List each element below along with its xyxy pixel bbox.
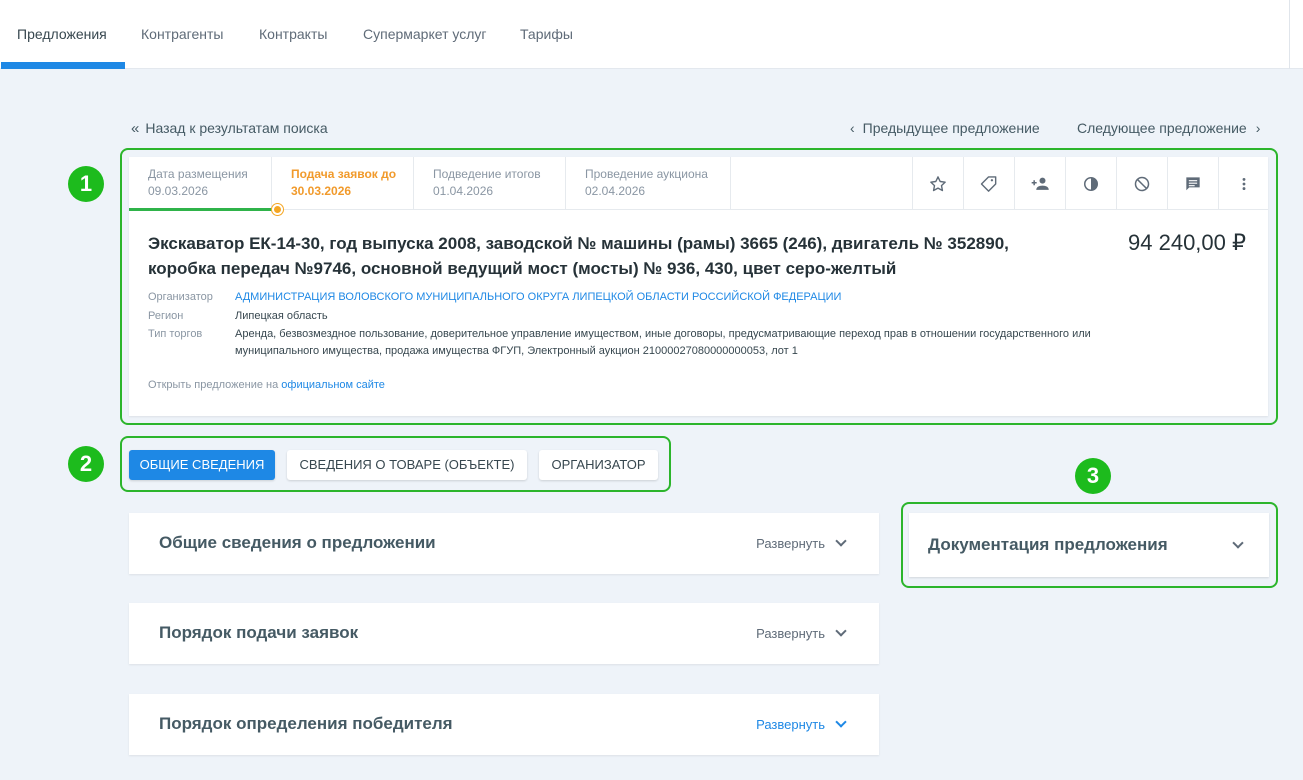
block-button[interactable] — [1116, 157, 1167, 210]
official-site-link[interactable]: официальном сайте — [281, 379, 385, 391]
date-published: Дата размещения 09.03.2026 — [129, 157, 272, 210]
tab-contracts[interactable]: Контракты — [259, 0, 327, 69]
date-application-deadline: Подача заявок до 30.03.2026 — [272, 157, 414, 210]
contrast-icon — [1084, 176, 1098, 191]
tab-object-info[interactable]: СВЕДЕНИЯ О ТОВАРЕ (ОБЪЕКТЕ) — [287, 450, 527, 480]
top-navigation: Предложения Контрагенты Контракты Суперм… — [0, 0, 1303, 69]
timeline-progress — [129, 208, 278, 211]
tab-counterparties[interactable]: Контрагенты — [141, 0, 223, 69]
tag-button[interactable] — [963, 157, 1014, 210]
tab-general-info[interactable]: ОБЩИЕ СВЕДЕНИЯ — [129, 450, 275, 480]
organizer-label: Организатор — [148, 291, 213, 303]
date-results: Подведение итогов 01.04.2026 — [414, 157, 566, 210]
more-button[interactable] — [1218, 157, 1268, 210]
chevron-down-icon — [1232, 537, 1244, 549]
date-auction: Проведение аукциона 02.04.2026 — [566, 157, 731, 210]
section-title: Порядок определения победителя — [159, 714, 453, 733]
date-label: Дата размещения — [148, 167, 248, 181]
dates-bar: Дата размещения 09.03.2026 Подача заявок… — [129, 157, 1268, 215]
block-icon — [1134, 176, 1150, 191]
date-label: Проведение аукциона — [585, 167, 708, 181]
tab-tariffs[interactable]: Тарифы — [520, 0, 573, 69]
date-label: Подача заявок до — [291, 167, 397, 181]
callout-badge-2: 2 — [68, 446, 104, 482]
callout-badge-1: 1 — [68, 166, 104, 202]
back-link-label: Назад к результатам поиска — [145, 120, 328, 136]
comment-button[interactable] — [1167, 157, 1218, 210]
add-person-icon — [1031, 177, 1049, 190]
chevron-down-icon — [835, 625, 847, 637]
back-to-results-link[interactable]: « Назад к результатам поиска — [131, 120, 328, 137]
chevron-down-icon — [835, 535, 847, 547]
tab-services-market[interactable]: Супермаркет услуг — [363, 0, 486, 69]
documents-title: Документация предложения — [928, 535, 1168, 554]
timeline-marker — [272, 204, 283, 215]
date-value: 02.04.2026 — [585, 184, 646, 198]
date-value: 30.03.2026 — [291, 184, 352, 198]
next-link-label: Следующее предложение — [1077, 120, 1247, 136]
contrast-button[interactable] — [1065, 157, 1116, 210]
organizer-link[interactable]: АДМИНИСТРАЦИЯ ВОЛОВСКОГО МУНИЦИПАЛЬНОГО … — [235, 289, 841, 306]
comment-icon — [1186, 176, 1200, 190]
chevron-right-icon: › — [1255, 120, 1261, 136]
next-offer-link[interactable]: Следующее предложение › — [1077, 120, 1260, 136]
expand-button[interactable]: Развернуть — [756, 535, 847, 551]
expand-label: Развернуть — [756, 536, 825, 551]
more-vertical-icon — [1242, 177, 1245, 190]
chevron-down-icon — [835, 716, 847, 728]
open-on-official-site: Открыть предложение на официальном сайте — [148, 379, 385, 391]
section-application-procedure[interactable]: Порядок подачи заявок Развернуть — [129, 603, 879, 664]
chevron-left-icon: ‹ — [850, 120, 855, 136]
add-person-button[interactable] — [1014, 157, 1065, 210]
nav-divider — [1289, 0, 1290, 69]
section-title: Общие сведения о предложении — [159, 533, 436, 552]
callout-badge-3: 3 — [1075, 458, 1111, 494]
tag-icon — [980, 175, 997, 192]
expand-button[interactable]: Развернуть — [756, 625, 847, 641]
date-label: Подведение итогов — [433, 167, 541, 181]
section-general-info[interactable]: Общие сведения о предложении Развернуть — [129, 513, 879, 574]
date-value: 09.03.2026 — [148, 184, 209, 198]
tab-organizer[interactable]: ОРГАНИЗАТОР — [539, 450, 658, 480]
open-prefix: Открыть предложение на — [148, 379, 279, 391]
offer-card: Дата размещения 09.03.2026 Подача заявок… — [129, 157, 1268, 416]
prev-link-label: Предыдущее предложение — [862, 120, 1040, 136]
auction-type-label: Тип торгов — [148, 328, 203, 340]
double-chevron-left-icon: « — [131, 120, 140, 137]
expand-button[interactable]: Развернуть — [756, 716, 847, 732]
active-tab-indicator — [1, 62, 125, 69]
auction-type-value: Аренда, безвозмездное пользование, довер… — [235, 328, 1091, 357]
expand-label: Развернуть — [756, 717, 825, 732]
star-icon — [930, 175, 946, 191]
offer-price: 94 240,00 ₽ — [1128, 230, 1246, 255]
section-title: Порядок подачи заявок — [159, 623, 359, 642]
section-winner-procedure[interactable]: Порядок определения победителя Развернут… — [129, 694, 879, 755]
tab-offers[interactable]: Предложения — [17, 0, 107, 69]
favorite-button[interactable] — [912, 157, 963, 210]
region-label: Регион — [148, 310, 184, 322]
offer-title: Экскаватор ЕК-14-30, год выпуска 2008, з… — [148, 234, 1009, 278]
region-value: Липецкая область — [235, 310, 328, 322]
expand-label: Развернуть — [756, 626, 825, 641]
date-value: 01.04.2026 — [433, 184, 494, 198]
prev-offer-link[interactable]: ‹ Предыдущее предложение — [850, 120, 1040, 136]
documents-panel[interactable]: Документация предложения — [909, 513, 1269, 577]
